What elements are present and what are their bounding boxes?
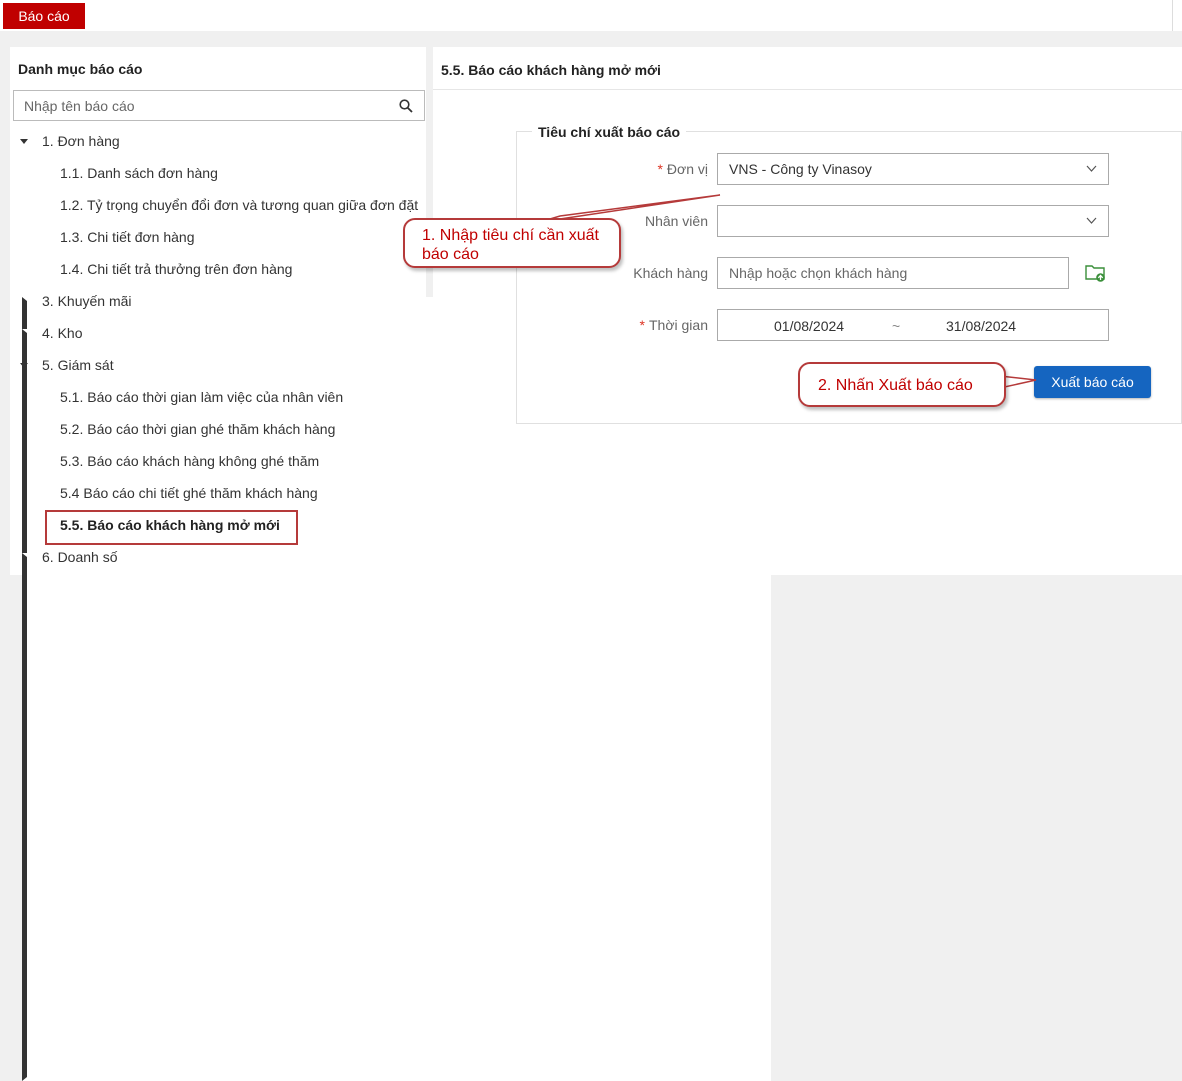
top-bar: Báo cáo: [0, 0, 1182, 31]
period-label-text: Thời gian: [649, 317, 708, 333]
tree-item-danh-sach-don-hang[interactable]: 1.1. Danh sách đơn hàng: [60, 162, 218, 184]
unit-value: VNS - Công ty Vinasoy: [729, 161, 872, 177]
callout-text: 1. Nhập tiêu chí cần xuất báo cáo: [422, 227, 599, 263]
date-to[interactable]: 31/08/2024: [946, 318, 1016, 334]
tree-item-thoi-gian-ghe-tham[interactable]: 5.2. Báo cáo thời gian ghé thăm khách hà…: [60, 418, 335, 440]
unit-select[interactable]: VNS - Công ty Vinasoy: [717, 153, 1109, 185]
caret-right-icon[interactable]: [22, 553, 771, 1081]
tree-group-don-hang[interactable]: 1. Đơn hàng: [42, 130, 120, 152]
callout-press-export: 2. Nhấn Xuất báo cáo: [798, 362, 1006, 407]
criteria-title: Tiêu chí xuất báo cáo: [532, 124, 687, 140]
date-range-picker[interactable]: 01/08/2024 ~ 31/08/2024: [717, 309, 1109, 341]
chevron-down-icon: [1086, 165, 1097, 172]
catalog-heading: Danh mục báo cáo: [18, 61, 143, 77]
tab-bao-cao[interactable]: Báo cáo: [3, 3, 85, 29]
tree-group-khuyen-mai[interactable]: 3. Khuyến mãi: [42, 290, 132, 312]
unit-label-text: Đơn vị: [666, 161, 708, 177]
tree-group-giam-sat[interactable]: 5. Giám sát: [42, 354, 114, 376]
tree-item-chi-tiet-don-hang[interactable]: 1.3. Chi tiết đơn hàng: [60, 226, 195, 248]
folder-upload-icon[interactable]: [1085, 263, 1107, 283]
staff-select[interactable]: [717, 205, 1109, 237]
tree-item-chi-tiet-tra-thuong[interactable]: 1.4. Chi tiết trả thưởng trên đơn hàng: [60, 258, 292, 280]
unit-label: * Đơn vị: [558, 161, 708, 177]
callout-text: 2. Nhấn Xuất báo cáo: [818, 377, 973, 394]
report-search-input[interactable]: [14, 91, 384, 120]
tree-item-khach-hang-mo-moi[interactable]: 5.5. Báo cáo khách hàng mở mới: [60, 514, 280, 536]
caret-down-icon[interactable]: [20, 139, 28, 144]
callout-enter-criteria: 1. Nhập tiêu chí cần xuất báo cáo: [403, 218, 621, 268]
export-report-button[interactable]: Xuất báo cáo: [1034, 366, 1151, 398]
tree-item-ty-trong-chuyen-doi[interactable]: 1.2. Tỷ trọng chuyển đổi đơn và tương qu…: [60, 194, 418, 216]
tree-item-khong-ghe-tham[interactable]: 5.3. Báo cáo khách hàng không ghé thăm: [60, 450, 319, 472]
required-mark: *: [639, 317, 645, 333]
tree-group-doanh-so[interactable]: 6. Doanh số: [42, 546, 118, 568]
report-search-box: [13, 90, 425, 121]
tree-item-chi-tiet-ghe-tham[interactable]: 5.4 Báo cáo chi tiết ghé thăm khách hàng: [60, 482, 318, 504]
period-label: * Thời gian: [558, 317, 708, 333]
tree-item-thoi-gian-lam-viec[interactable]: 5.1. Báo cáo thời gian làm việc của nhân…: [60, 386, 343, 408]
search-icon[interactable]: [399, 99, 413, 113]
date-separator: ~: [892, 318, 901, 334]
divider: [1172, 0, 1173, 31]
required-mark: *: [657, 161, 663, 177]
page-title: 5.5. Báo cáo khách hàng mở mới: [441, 62, 661, 78]
divider: [433, 89, 1182, 90]
date-from[interactable]: 01/08/2024: [774, 318, 844, 334]
caret-down-icon[interactable]: [20, 363, 28, 368]
customer-placeholder: Nhập hoặc chọn khách hàng: [729, 265, 908, 281]
tree-group-kho[interactable]: 4. Kho: [42, 322, 82, 344]
customer-input[interactable]: Nhập hoặc chọn khách hàng: [717, 257, 1069, 289]
chevron-down-icon: [1086, 217, 1097, 224]
